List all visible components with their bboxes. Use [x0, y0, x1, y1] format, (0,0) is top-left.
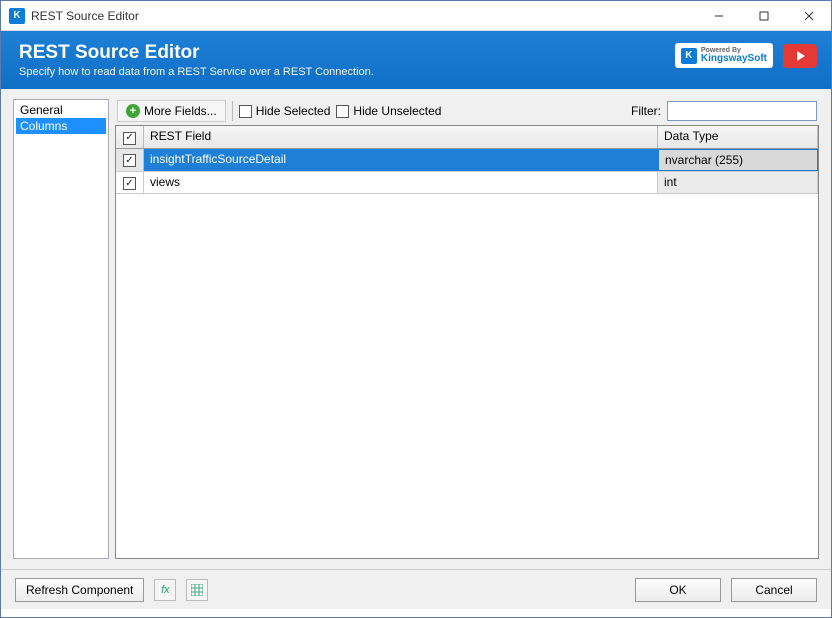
header-title: REST Source Editor — [19, 42, 374, 64]
checkbox-icon — [336, 105, 349, 118]
sidebar-item-general[interactable]: General — [16, 102, 106, 118]
table-row[interactable]: insightTrafficSourceDetail nvarchar (255… — [116, 149, 818, 172]
brand-badge[interactable]: K Powered By KingswaySoft — [675, 43, 773, 68]
close-button[interactable] — [786, 1, 831, 30]
grid-icon — [191, 584, 203, 596]
hide-selected-label: Hide Selected — [256, 104, 331, 118]
hide-selected-checkbox[interactable]: Hide Selected — [239, 104, 331, 118]
checkbox-checked-icon — [123, 154, 136, 167]
titlebar: K REST Source Editor — [1, 1, 831, 31]
header-type[interactable]: Data Type — [658, 126, 818, 148]
header-field[interactable]: REST Field — [144, 126, 658, 148]
row-field: views — [144, 172, 658, 194]
header-checkbox-cell[interactable] — [116, 126, 144, 148]
separator — [232, 101, 233, 121]
header-subtitle: Specify how to read data from a REST Ser… — [19, 66, 374, 78]
brand-name: KingswaySoft — [701, 54, 767, 64]
row-field: insightTrafficSourceDetail — [144, 149, 658, 171]
footer: Refresh Component fx OK Cancel — [1, 569, 831, 609]
app-icon: K — [9, 8, 25, 24]
checkbox-checked-icon — [123, 132, 136, 145]
ok-button[interactable]: OK — [635, 578, 721, 602]
content-area: General Columns + More Fields... Hide Se… — [1, 89, 831, 569]
columns-toolbar: + More Fields... Hide Selected Hide Unse… — [115, 99, 819, 123]
brand-logo-icon: K — [681, 48, 697, 64]
sidebar: General Columns — [13, 99, 109, 559]
more-fields-button[interactable]: + More Fields... — [117, 100, 226, 122]
filter-label: Filter: — [631, 104, 661, 118]
column-map-button[interactable] — [186, 579, 208, 601]
minimize-button[interactable] — [696, 1, 741, 30]
header-band: REST Source Editor Specify how to read d… — [1, 31, 831, 89]
row-checkbox[interactable] — [116, 172, 144, 194]
row-type[interactable]: int — [658, 172, 818, 194]
grid-header: REST Field Data Type — [116, 126, 818, 149]
sidebar-item-columns[interactable]: Columns — [16, 118, 106, 134]
main-panel: + More Fields... Hide Selected Hide Unse… — [115, 99, 819, 559]
row-type[interactable]: nvarchar (255) — [658, 149, 818, 171]
window-title: REST Source Editor — [31, 9, 696, 23]
more-fields-label: More Fields... — [144, 104, 217, 118]
maximize-button[interactable] — [741, 1, 786, 30]
checkbox-icon — [239, 105, 252, 118]
cancel-button[interactable]: Cancel — [731, 578, 817, 602]
plus-icon: + — [126, 104, 140, 118]
hide-unselected-label: Hide Unselected — [353, 104, 441, 118]
row-checkbox[interactable] — [116, 149, 144, 171]
window-controls — [696, 1, 831, 30]
hide-unselected-checkbox[interactable]: Hide Unselected — [336, 104, 441, 118]
youtube-icon[interactable] — [783, 44, 817, 68]
table-row[interactable]: views int — [116, 172, 818, 195]
refresh-component-button[interactable]: Refresh Component — [15, 578, 144, 602]
expression-editor-button[interactable]: fx — [154, 579, 176, 601]
filter-input[interactable] — [667, 101, 817, 121]
fx-icon: fx — [161, 584, 170, 596]
columns-grid: REST Field Data Type insightTrafficSourc… — [115, 125, 819, 559]
checkbox-checked-icon — [123, 177, 136, 190]
